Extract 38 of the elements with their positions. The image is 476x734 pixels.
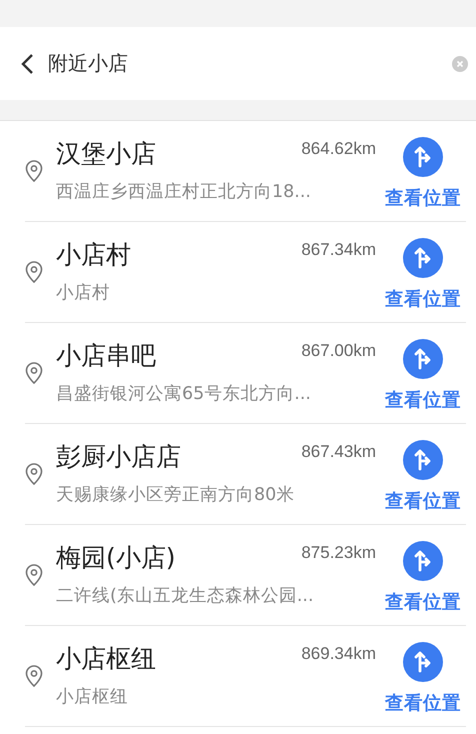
place-address: 西温庄乡西温庄村正北方向18...	[56, 181, 312, 203]
place-name: 小店串吧	[56, 341, 156, 371]
directions-icon[interactable]	[403, 540, 443, 580]
view-location-link[interactable]: 查看位置	[385, 286, 461, 310]
place-address: 小店枢纽	[56, 686, 129, 708]
view-location-link[interactable]: 查看位置	[385, 588, 461, 614]
view-location-link[interactable]: 查看位置	[385, 488, 461, 512]
place-name: 小店村	[56, 240, 131, 270]
place-address: 小店村	[56, 282, 111, 304]
location-pin-icon	[25, 564, 43, 586]
directions-icon[interactable]	[403, 136, 443, 176]
location-pin-icon	[25, 160, 43, 182]
directions-icon[interactable]	[403, 238, 443, 278]
view-location-link[interactable]: 查看位置	[385, 386, 461, 412]
place-name: 汉堡小店	[56, 139, 156, 169]
place-address: 二许线(东山五龙生态森林公园...	[56, 585, 315, 607]
distance: 875.23km	[301, 543, 376, 563]
place-name: 小店枢纽	[56, 644, 156, 674]
view-location-link[interactable]: 查看位置	[385, 690, 461, 714]
location-pin-icon	[25, 261, 43, 283]
location-pin-icon	[25, 463, 43, 485]
distance: 869.34km	[301, 644, 376, 664]
directions-icon[interactable]	[403, 642, 443, 682]
directions-icon[interactable]	[403, 338, 443, 378]
distance: 867.43km	[301, 442, 376, 462]
search-bar[interactable]: 附近小店	[0, 27, 476, 100]
back-icon[interactable]	[20, 52, 34, 74]
place-name: 彭厨小店店	[56, 442, 181, 472]
location-pin-icon	[25, 665, 43, 687]
place-name: 梅园(小店)	[56, 543, 176, 573]
view-location-link[interactable]: 查看位置	[385, 184, 461, 210]
place-address: 昌盛街银河公寓65号东北方向...	[56, 383, 312, 405]
distance: 867.00km	[301, 341, 376, 361]
location-pin-icon	[25, 362, 43, 384]
distance: 867.34km	[301, 240, 376, 260]
directions-icon[interactable]	[403, 440, 443, 480]
distance: 864.62km	[301, 139, 376, 159]
place-address: 天赐康缘小区旁正南方向80米	[56, 484, 296, 506]
